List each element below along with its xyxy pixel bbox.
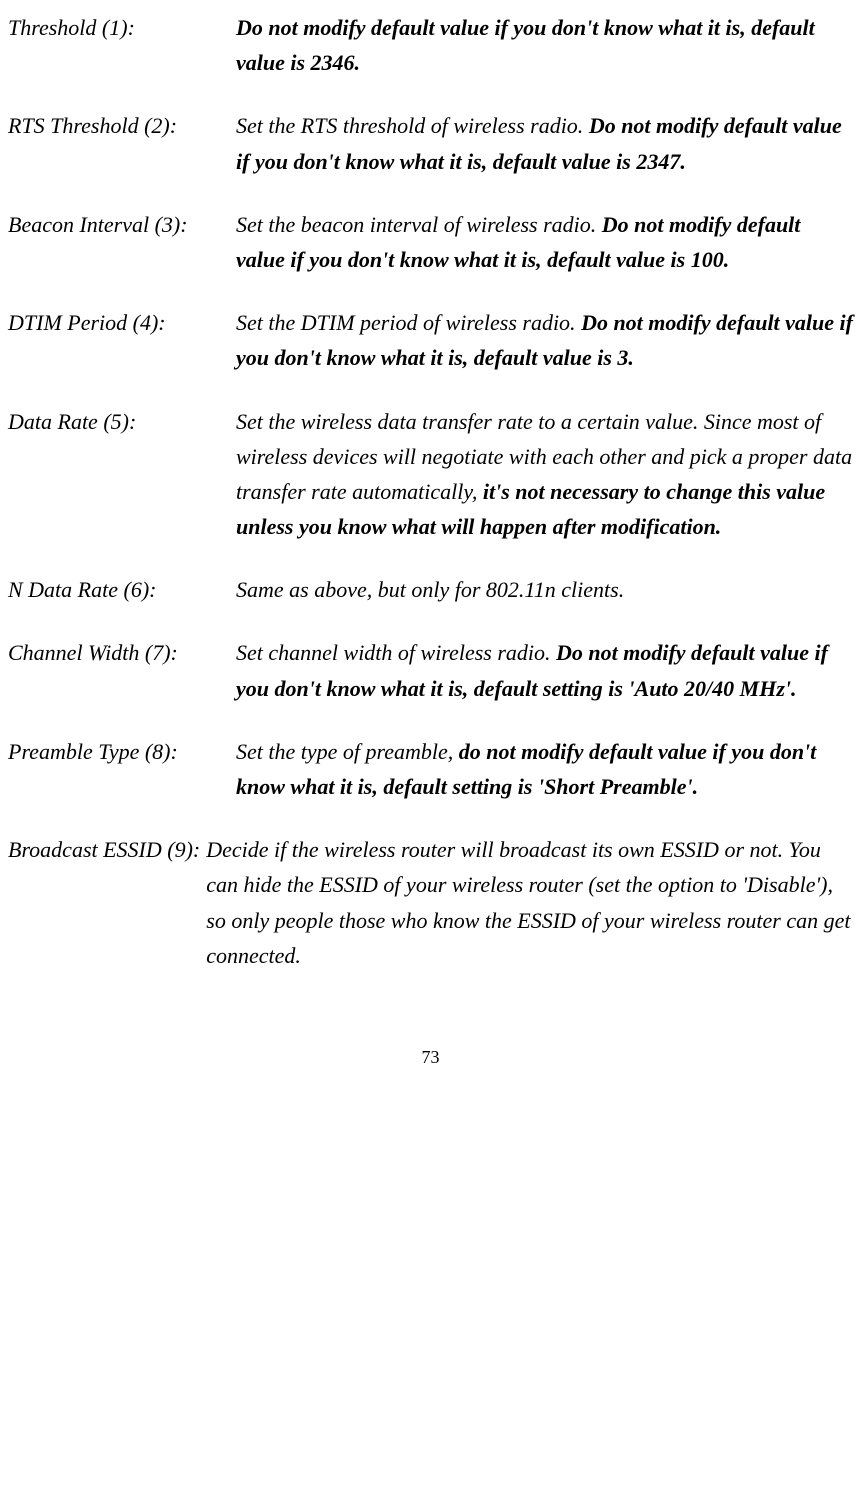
- page-number: 73: [8, 1043, 853, 1072]
- definition-description: Decide if the wireless router will broad…: [206, 832, 853, 973]
- definition-item: DTIM Period (4): Set the DTIM period of …: [8, 305, 853, 375]
- definition-description: Do not modify default value if you don't…: [236, 10, 853, 80]
- definition-label: N Data Rate (6):: [8, 572, 236, 607]
- definition-label: Channel Width (7):: [8, 635, 236, 705]
- definition-label: Threshold (1):: [8, 10, 236, 80]
- definition-description: Set channel width of wireless radio. Do …: [236, 635, 853, 705]
- definition-description: Set the beacon interval of wireless radi…: [236, 207, 853, 277]
- desc-pre: Set the RTS threshold of wireless radio.: [236, 113, 589, 138]
- definition-label: DTIM Period (4):: [8, 305, 236, 375]
- definition-description: Set the wireless data transfer rate to a…: [236, 404, 853, 545]
- desc-pre: Set the type of preamble,: [236, 739, 459, 764]
- definition-label: Data Rate (5):: [8, 404, 236, 545]
- desc-pre: Set the beacon interval of wireless radi…: [236, 212, 602, 237]
- definition-description: Set the RTS threshold of wireless radio.…: [236, 108, 853, 178]
- desc-bold: Do not modify default value if you don't…: [236, 15, 815, 75]
- definition-label: RTS Threshold (2):: [8, 108, 236, 178]
- definition-item: Channel Width (7): Set channel width of …: [8, 635, 853, 705]
- definition-item: Broadcast ESSID (9): Decide if the wirel…: [8, 832, 853, 973]
- definition-item: RTS Threshold (2): Set the RTS threshold…: [8, 108, 853, 178]
- definition-description: Same as above, but only for 802.11n clie…: [236, 572, 853, 607]
- definition-label: Beacon Interval (3):: [8, 207, 236, 277]
- desc-pre: Set the DTIM period of wireless radio.: [236, 310, 581, 335]
- definition-item: Data Rate (5): Set the wireless data tra…: [8, 404, 853, 545]
- definition-item: Threshold (1): Do not modify default val…: [8, 10, 853, 80]
- definition-description: Set the type of preamble, do not modify …: [236, 734, 853, 804]
- desc-pre: Set channel width of wireless radio.: [236, 640, 556, 665]
- desc-pre: Same as above, but only for 802.11n clie…: [236, 577, 624, 602]
- definition-item: N Data Rate (6): Same as above, but only…: [8, 572, 853, 607]
- desc-pre: Decide if the wireless router will broad…: [206, 837, 850, 968]
- definition-description: Set the DTIM period of wireless radio. D…: [236, 305, 853, 375]
- definition-item: Preamble Type (8): Set the type of pream…: [8, 734, 853, 804]
- definition-label: Broadcast ESSID (9):: [8, 832, 206, 973]
- definition-item: Beacon Interval (3): Set the beacon inte…: [8, 207, 853, 277]
- definition-label: Preamble Type (8):: [8, 734, 236, 804]
